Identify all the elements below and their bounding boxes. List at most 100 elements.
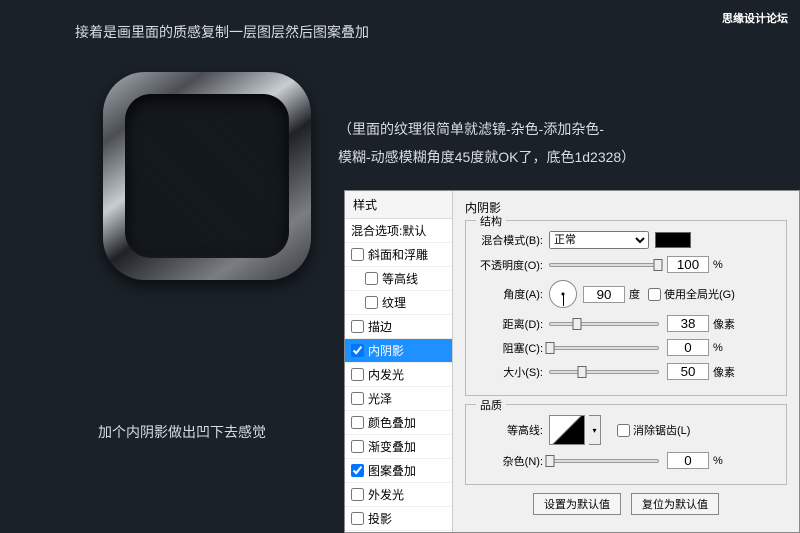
- size-unit: 像素: [713, 364, 735, 380]
- layer-style-panel: 样式 混合选项:默认 斜面和浮雕 等高线 纹理 描边 内阴影 内发光 光泽 颜色…: [344, 190, 800, 533]
- texture-sub-label: 纹理: [382, 294, 406, 311]
- watermark: 思缘设计论坛: [722, 10, 788, 26]
- choke-input[interactable]: [667, 339, 709, 356]
- icon-preview: [103, 72, 311, 280]
- style-texture-sub[interactable]: 纹理: [345, 291, 452, 315]
- satin-label: 光泽: [368, 390, 392, 407]
- color-overlay-checkbox[interactable]: [351, 416, 364, 429]
- bevel-emboss-checkbox[interactable]: [351, 248, 364, 261]
- settings-area: 内阴影 结构 混合模式(B): 正常 不透明度(O): % 角度(A): 度 使…: [453, 191, 799, 532]
- satin-checkbox[interactable]: [351, 392, 364, 405]
- instruction-top: 接着是画里面的质感复制一层图层然后图案叠加: [75, 22, 369, 42]
- color-swatch[interactable]: [655, 232, 691, 248]
- default-buttons: 设置为默认值 复位为默认值: [465, 493, 787, 515]
- style-list: 样式 混合选项:默认 斜面和浮雕 等高线 纹理 描边 内阴影 内发光 光泽 颜色…: [345, 191, 453, 532]
- desc-line2: 模糊-动感模糊角度45度就OK了，底色1d2328）: [338, 143, 635, 171]
- structure-legend: 结构: [476, 213, 506, 229]
- choke-slider[interactable]: [549, 346, 659, 350]
- distance-label: 距离(D):: [474, 316, 549, 332]
- global-light-check[interactable]: 使用全局光(G): [648, 286, 735, 302]
- size-slider[interactable]: [549, 370, 659, 374]
- opacity-input[interactable]: [667, 256, 709, 273]
- distance-unit: 像素: [713, 316, 735, 332]
- size-label: 大小(S):: [474, 364, 549, 380]
- contour-preview[interactable]: [549, 415, 585, 445]
- icon-inner-texture: [125, 94, 289, 258]
- size-input[interactable]: [667, 363, 709, 380]
- contour-label: 等高线:: [474, 422, 549, 438]
- style-satin[interactable]: 光泽: [345, 387, 452, 411]
- opacity-row: 不透明度(O): %: [474, 256, 778, 273]
- noise-input[interactable]: [667, 452, 709, 469]
- distance-slider[interactable]: [549, 322, 659, 326]
- inner-glow-label: 内发光: [368, 366, 404, 383]
- noise-slider[interactable]: [549, 459, 659, 463]
- style-contour-sub[interactable]: 等高线: [345, 267, 452, 291]
- choke-label: 阻塞(C):: [474, 340, 549, 356]
- inner-shadow-checkbox[interactable]: [351, 344, 364, 357]
- quality-fieldset: 品质 等高线: ▾ 消除锯齿(L) 杂色(N): %: [465, 404, 787, 485]
- opacity-slider[interactable]: [549, 263, 659, 267]
- drop-shadow-label: 投影: [368, 510, 392, 527]
- structure-fieldset: 结构 混合模式(B): 正常 不透明度(O): % 角度(A): 度 使用全局光…: [465, 220, 787, 396]
- drop-shadow-checkbox[interactable]: [351, 512, 364, 525]
- blend-mode-select[interactable]: 正常: [549, 231, 649, 249]
- stroke-label: 描边: [368, 318, 392, 335]
- texture-sub-checkbox[interactable]: [365, 296, 378, 309]
- instruction-bottom: 加个内阴影做出凹下去感觉: [98, 422, 266, 442]
- style-blend-default[interactable]: 混合选项:默认: [345, 219, 452, 243]
- style-list-header: 样式: [345, 191, 452, 219]
- anti-alias-label: 消除锯齿(L): [633, 422, 690, 438]
- style-pattern-overlay[interactable]: 图案叠加: [345, 459, 452, 483]
- style-bevel-emboss[interactable]: 斜面和浮雕: [345, 243, 452, 267]
- inner-glow-checkbox[interactable]: [351, 368, 364, 381]
- choke-row: 阻塞(C): %: [474, 339, 778, 356]
- gradient-overlay-label: 渐变叠加: [368, 438, 416, 455]
- blend-mode-row: 混合模式(B): 正常: [474, 231, 778, 249]
- anti-alias-checkbox[interactable]: [617, 424, 630, 437]
- noise-label: 杂色(N):: [474, 453, 549, 469]
- choke-unit: %: [713, 342, 723, 354]
- global-light-checkbox[interactable]: [648, 288, 661, 301]
- outer-glow-label: 外发光: [368, 486, 404, 503]
- blend-mode-label: 混合模式(B):: [474, 232, 549, 248]
- size-row: 大小(S): 像素: [474, 363, 778, 380]
- color-overlay-label: 颜色叠加: [368, 414, 416, 431]
- angle-label: 角度(A):: [474, 286, 549, 302]
- distance-input[interactable]: [667, 315, 709, 332]
- set-default-button[interactable]: 设置为默认值: [533, 493, 621, 515]
- style-drop-shadow[interactable]: 投影: [345, 507, 452, 531]
- anti-alias-check[interactable]: 消除锯齿(L): [617, 422, 690, 438]
- opacity-unit: %: [713, 259, 723, 271]
- pattern-overlay-checkbox[interactable]: [351, 464, 364, 477]
- angle-input[interactable]: [583, 286, 625, 303]
- desc-line1: （里面的纹理很简单就滤镜-杂色-添加杂色-: [338, 115, 635, 143]
- inner-shadow-label: 内阴影: [368, 342, 404, 359]
- reset-default-button[interactable]: 复位为默认值: [631, 493, 719, 515]
- pattern-overlay-label: 图案叠加: [368, 462, 416, 479]
- angle-unit: 度: [629, 286, 640, 302]
- global-light-label: 使用全局光(G): [664, 286, 735, 302]
- stroke-checkbox[interactable]: [351, 320, 364, 333]
- contour-row: 等高线: ▾ 消除锯齿(L): [474, 415, 778, 445]
- style-outer-glow[interactable]: 外发光: [345, 483, 452, 507]
- style-color-overlay[interactable]: 颜色叠加: [345, 411, 452, 435]
- noise-row: 杂色(N): %: [474, 452, 778, 469]
- outer-glow-checkbox[interactable]: [351, 488, 364, 501]
- style-inner-glow[interactable]: 内发光: [345, 363, 452, 387]
- bevel-emboss-label: 斜面和浮雕: [368, 246, 428, 263]
- gradient-overlay-checkbox[interactable]: [351, 440, 364, 453]
- style-inner-shadow[interactable]: 内阴影: [345, 339, 452, 363]
- noise-unit: %: [713, 455, 723, 467]
- description-text: （里面的纹理很简单就滤镜-杂色-添加杂色- 模糊-动感模糊角度45度就OK了，底…: [338, 115, 635, 171]
- contour-sub-checkbox[interactable]: [365, 272, 378, 285]
- quality-legend: 品质: [476, 397, 506, 413]
- angle-dial[interactable]: [549, 280, 577, 308]
- contour-dropdown-arrow[interactable]: ▾: [589, 415, 601, 445]
- style-stroke[interactable]: 描边: [345, 315, 452, 339]
- style-gradient-overlay[interactable]: 渐变叠加: [345, 435, 452, 459]
- settings-title: 内阴影: [465, 199, 787, 216]
- opacity-label: 不透明度(O):: [474, 257, 549, 273]
- angle-row: 角度(A): 度 使用全局光(G): [474, 280, 778, 308]
- contour-sub-label: 等高线: [382, 270, 418, 287]
